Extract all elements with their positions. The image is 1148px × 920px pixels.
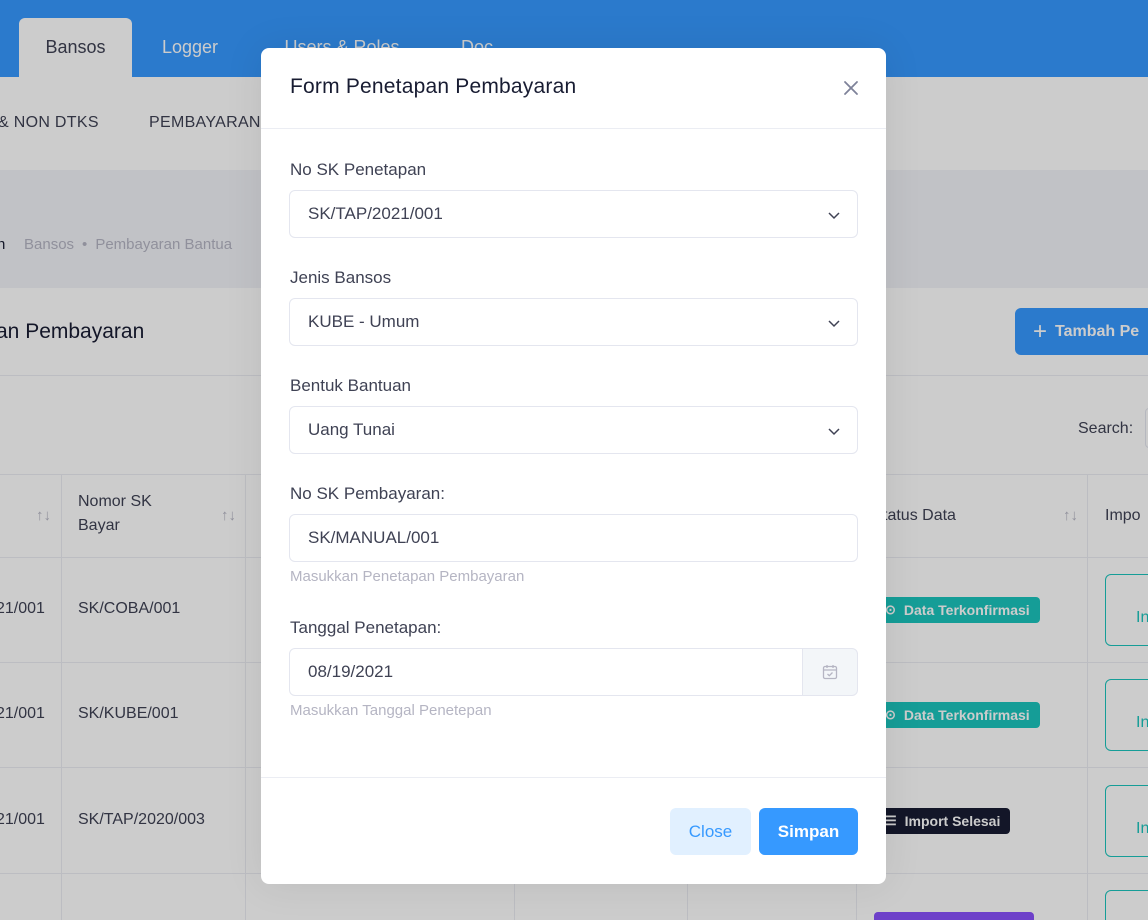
save-button[interactable]: Simpan: [759, 808, 858, 855]
field-label-no-sk-pembayaran: No SK Pembayaran:: [290, 484, 445, 503]
field-label-bentuk-bantuan: Bentuk Bantuan: [290, 376, 411, 395]
tanggal-penetapan-input[interactable]: 08/19/2021: [289, 648, 803, 696]
select-value: KUBE - Umum: [308, 312, 420, 331]
calendar-button[interactable]: [802, 648, 858, 696]
calendar-icon: [822, 665, 838, 680]
field-label-no-sk-penetapan: No SK Penetapan: [290, 160, 427, 179]
chevron-down-icon: [828, 212, 840, 220]
field-label-tanggal-penetapan: Tanggal Penetapan:: [290, 618, 442, 637]
modal-title: Form Penetapan Pembayaran: [290, 75, 577, 98]
chevron-down-icon: [828, 428, 840, 436]
select-no-sk-penetapan[interactable]: SK/TAP/2021/001: [289, 190, 858, 238]
chevron-down-icon: [828, 320, 840, 328]
field-hint: Masukkan Tanggal Penetepan: [290, 702, 492, 719]
input-value: 08/19/2021: [308, 662, 394, 681]
select-value: Uang Tunai: [308, 420, 395, 439]
close-icon[interactable]: [841, 78, 861, 98]
select-bentuk-bantuan[interactable]: Uang Tunai: [289, 406, 858, 454]
modal-footer-divider: [261, 777, 886, 778]
no-sk-pembayaran-input[interactable]: SK/MANUAL/001: [289, 514, 858, 562]
modal-penetapan-pembayaran: Form Penetapan Pembayaran No SK Penetapa…: [261, 48, 886, 884]
select-value: SK/TAP/2021/001: [308, 204, 443, 223]
select-jenis-bansos[interactable]: KUBE - Umum: [289, 298, 858, 346]
input-value: SK/MANUAL/001: [308, 528, 440, 547]
field-hint: Masukkan Penetapan Pembayaran: [290, 568, 525, 585]
close-button[interactable]: Close: [670, 808, 751, 855]
field-label-jenis-bansos: Jenis Bansos: [290, 268, 392, 287]
